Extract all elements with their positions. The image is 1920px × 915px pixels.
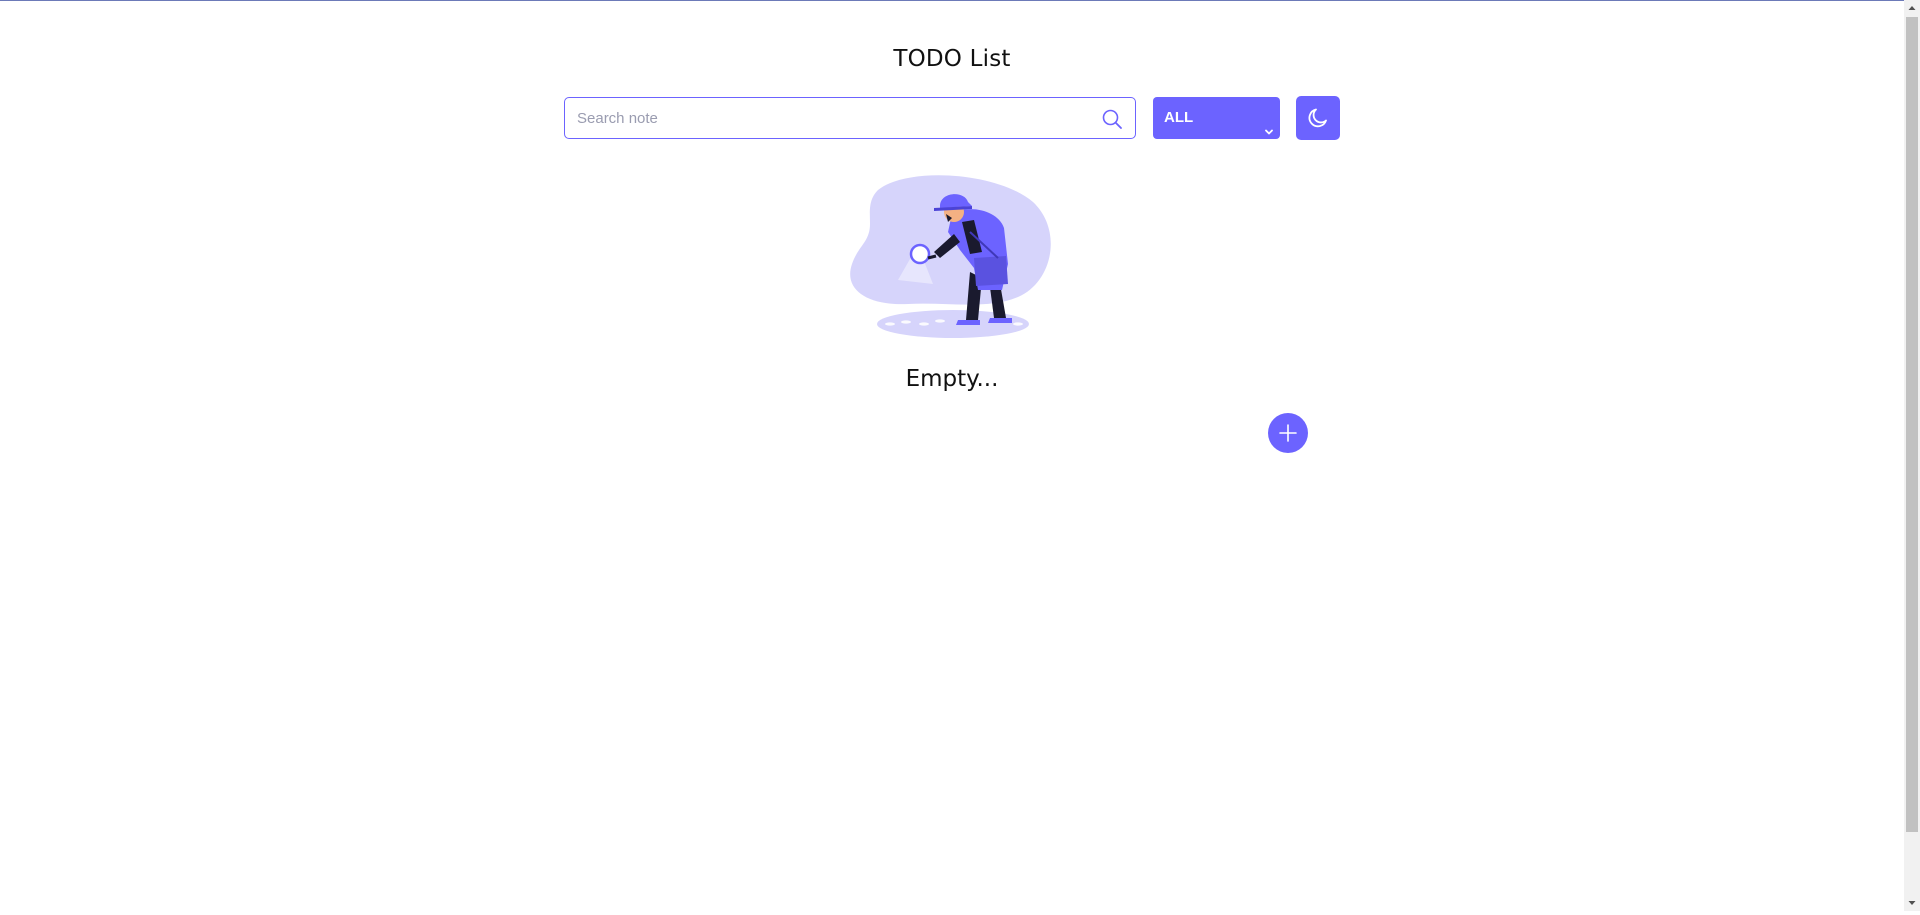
detective-illustration bbox=[850, 175, 1051, 338]
scroll-up-arrow-icon[interactable] bbox=[1904, 0, 1920, 16]
todo-app: TODO List ALL bbox=[0, 0, 1904, 911]
empty-illustration bbox=[848, 172, 1054, 342]
filter-selected-value: ALL bbox=[1164, 109, 1194, 126]
search-input[interactable] bbox=[565, 98, 1085, 138]
page-title: TODO List bbox=[893, 46, 1011, 72]
vertical-scrollbar[interactable] bbox=[1904, 0, 1920, 911]
add-note-button[interactable] bbox=[1268, 413, 1308, 453]
plus-icon bbox=[1279, 424, 1297, 442]
empty-state-message: Empty... bbox=[905, 366, 999, 392]
search-icon[interactable] bbox=[1101, 108, 1123, 130]
chevron-down-icon bbox=[1264, 112, 1274, 135]
filter-select[interactable]: ALL bbox=[1153, 97, 1280, 139]
search-box[interactable] bbox=[564, 97, 1136, 139]
scroll-down-arrow-icon[interactable] bbox=[1904, 895, 1920, 911]
moon-icon bbox=[1308, 108, 1327, 128]
scrollbar-thumb[interactable] bbox=[1906, 17, 1918, 832]
theme-toggle-button[interactable] bbox=[1296, 96, 1340, 140]
